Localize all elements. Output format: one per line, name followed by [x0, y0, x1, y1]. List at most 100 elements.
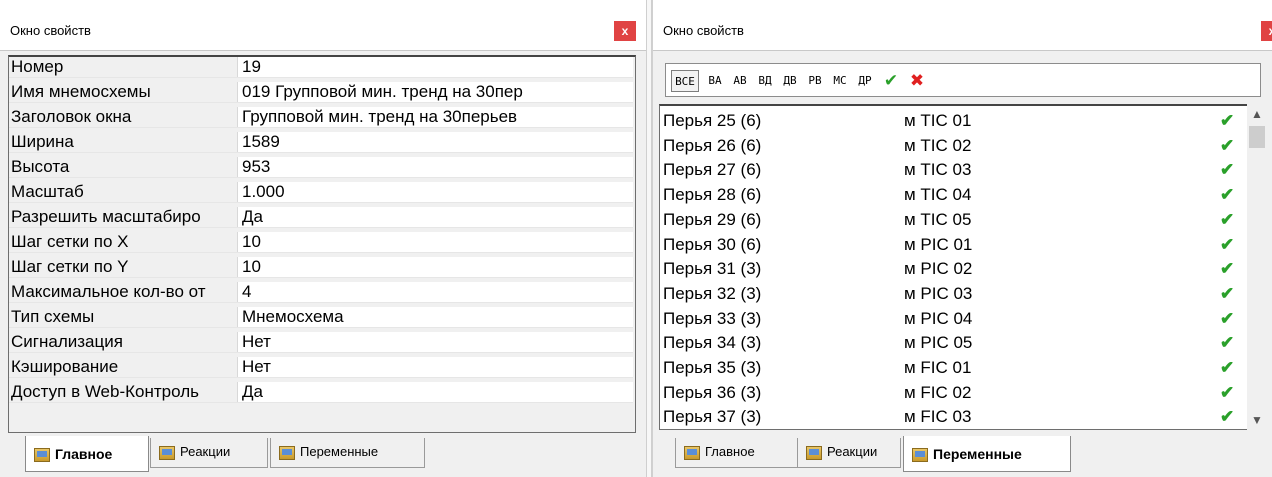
property-row[interactable]: Кэширование Нет — [9, 357, 633, 378]
property-row[interactable]: Сигнализация Нет — [9, 332, 633, 353]
vertical-scrollbar[interactable]: ▲ ▼ — [1247, 104, 1267, 430]
check-mark-icon[interactable]: ✔ — [1220, 382, 1234, 403]
property-name: Номер — [11, 57, 238, 77]
variable-name: Перья 26 (6) — [663, 135, 762, 155]
variable-name: Перья 31 (3) — [663, 259, 762, 279]
property-value[interactable]: Групповой мин. тренд на 30перьев — [238, 107, 633, 127]
variable-row[interactable]: Перья 36 (3) м FIC 02 ✔ — [660, 382, 1238, 403]
check-mark-icon[interactable]: ✔ — [1220, 332, 1234, 353]
filter-vd-button[interactable]: ВД — [754, 70, 776, 92]
variable-row[interactable]: Перья 31 (3) м PIC 02 ✔ — [660, 258, 1238, 279]
property-row[interactable]: Имя мнемосхемы 019 Групповой мин. тренд н… — [9, 82, 633, 103]
variable-row[interactable]: Перья 35 (3) м FIC 01 ✔ — [660, 357, 1238, 378]
property-name: Доступ в Web-Контроль — [11, 382, 238, 402]
filter-ms-button[interactable]: МС — [829, 70, 851, 92]
filter-dv-button[interactable]: ДВ — [779, 70, 801, 92]
property-row[interactable]: Тип схемы Мнемосхема — [9, 307, 633, 328]
variable-binding: м PIC 03 — [904, 283, 973, 303]
variable-binding: м TIC 05 — [904, 209, 972, 229]
scroll-down-arrow-icon[interactable]: ▼ — [1247, 410, 1267, 430]
property-value[interactable]: 4 — [238, 282, 633, 302]
check-mark-icon[interactable]: ✔ — [1220, 308, 1234, 329]
tab-reactions[interactable]: Реакции — [150, 438, 268, 468]
variable-name: Перья 33 (3) — [663, 308, 762, 328]
variable-row[interactable]: Перья 34 (3) м PIC 05 ✔ — [660, 332, 1238, 353]
variable-row[interactable]: Перья 32 (3) м PIC 03 ✔ — [660, 283, 1238, 304]
check-mark-icon[interactable]: ✔ — [1220, 234, 1234, 255]
close-button[interactable]: x — [1261, 21, 1272, 41]
property-value[interactable]: 1589 — [238, 132, 633, 152]
property-row[interactable]: Шаг сетки по X 10 — [9, 232, 633, 253]
red-cross-icon[interactable]: ✖ — [906, 70, 928, 92]
property-value[interactable]: Мнемосхема — [238, 307, 633, 327]
variable-binding: м TIC 03 — [904, 160, 972, 180]
property-name: Шаг сетки по X — [11, 232, 238, 252]
variable-row[interactable]: Перья 27 (6) м TIC 03 ✔ — [660, 159, 1238, 180]
properties-icon — [159, 445, 175, 460]
property-name: Шаг сетки по Y — [11, 257, 238, 277]
property-name: Масштаб — [11, 182, 238, 202]
property-value[interactable]: 953 — [238, 157, 633, 177]
variable-row[interactable]: Перья 29 (6) м TIC 05 ✔ — [660, 209, 1238, 230]
filter-rv-button[interactable]: РВ — [804, 70, 826, 92]
check-mark-icon[interactable]: ✔ — [1220, 406, 1234, 427]
tab-variables[interactable]: Переменные — [270, 438, 425, 468]
check-mark-icon[interactable]: ✔ — [1220, 135, 1234, 156]
property-row[interactable]: Высота 953 — [9, 157, 633, 178]
check-mark-icon[interactable]: ✔ — [1220, 110, 1234, 131]
variable-binding: м TIC 04 — [904, 185, 972, 205]
property-name: Тип схемы — [11, 307, 238, 327]
variable-name: Перья 34 (3) — [663, 333, 762, 353]
properties-icon — [806, 445, 822, 460]
check-mark-icon[interactable]: ✔ — [880, 70, 902, 92]
variable-binding: м FIC 02 — [904, 382, 972, 402]
variable-row[interactable]: Перья 33 (3) м PIC 04 ✔ — [660, 308, 1238, 329]
check-mark-icon[interactable]: ✔ — [1220, 159, 1234, 180]
property-value[interactable]: 019 Групповой мин. тренд на 30пер — [238, 82, 633, 102]
property-value[interactable]: 1.000 — [238, 182, 633, 202]
check-mark-icon[interactable]: ✔ — [1220, 209, 1234, 230]
filter-all-button[interactable]: ВСЕ — [671, 70, 699, 92]
tab-label: Главное — [705, 444, 755, 459]
filter-va-button[interactable]: ВА — [704, 70, 726, 92]
property-value[interactable]: Нет — [238, 357, 633, 377]
scroll-thumb[interactable] — [1249, 126, 1265, 148]
property-value[interactable]: 10 — [238, 232, 633, 252]
tab-main[interactable]: Главное — [675, 438, 799, 468]
property-row[interactable]: Шаг сетки по Y 10 — [9, 257, 633, 278]
property-value[interactable]: Да — [238, 382, 633, 402]
tab-label: Реакции — [180, 444, 231, 459]
variable-row[interactable]: Перья 25 (6) м TIC 01 ✔ — [660, 110, 1238, 131]
property-row[interactable]: Доступ в Web-Контроль Да — [9, 382, 633, 403]
filter-dr-button[interactable]: ДР — [854, 70, 876, 92]
tab-bar: Главное Реакции Переменные — [0, 436, 646, 477]
tab-variables[interactable]: Переменные — [903, 436, 1071, 472]
property-row[interactable]: Максимальное кол-во от 4 — [9, 282, 633, 303]
check-mark-icon[interactable]: ✔ — [1220, 258, 1234, 279]
property-value[interactable]: Нет — [238, 332, 633, 352]
variable-row[interactable]: Перья 30 (6) м PIC 01 ✔ — [660, 234, 1238, 255]
property-row[interactable]: Ширина 1589 — [9, 132, 633, 153]
scroll-up-arrow-icon[interactable]: ▲ — [1247, 104, 1267, 124]
tab-label: Реакции — [827, 444, 878, 459]
property-value[interactable]: 10 — [238, 257, 633, 277]
variable-row[interactable]: Перья 28 (6) м TIC 04 ✔ — [660, 184, 1238, 205]
variable-row[interactable]: Перья 26 (6) м TIC 02 ✔ — [660, 135, 1238, 156]
filter-av-button[interactable]: АВ — [729, 70, 751, 92]
property-name: Ширина — [11, 132, 238, 152]
check-mark-icon[interactable]: ✔ — [1220, 283, 1234, 304]
property-row[interactable]: Заголовок окна Групповой мин. тренд на 30… — [9, 107, 633, 128]
variable-binding: м FIC 03 — [904, 407, 972, 427]
variable-row[interactable]: Перья 37 (3) м FIC 03 ✔ — [660, 406, 1238, 427]
check-mark-icon[interactable]: ✔ — [1220, 184, 1234, 205]
property-row[interactable]: Номер 19 — [9, 57, 633, 78]
close-button[interactable]: x — [614, 21, 636, 41]
tab-bar: Главное Реакции Переменные — [653, 436, 1272, 477]
check-mark-icon[interactable]: ✔ — [1220, 357, 1234, 378]
property-row[interactable]: Разрешить масштабиро Да — [9, 207, 633, 228]
tab-reactions[interactable]: Реакции — [797, 438, 901, 468]
property-row[interactable]: Масштаб 1.000 — [9, 182, 633, 203]
tab-main[interactable]: Главное — [25, 436, 149, 472]
property-value[interactable]: Да — [238, 207, 633, 227]
property-value[interactable]: 19 — [238, 57, 633, 77]
